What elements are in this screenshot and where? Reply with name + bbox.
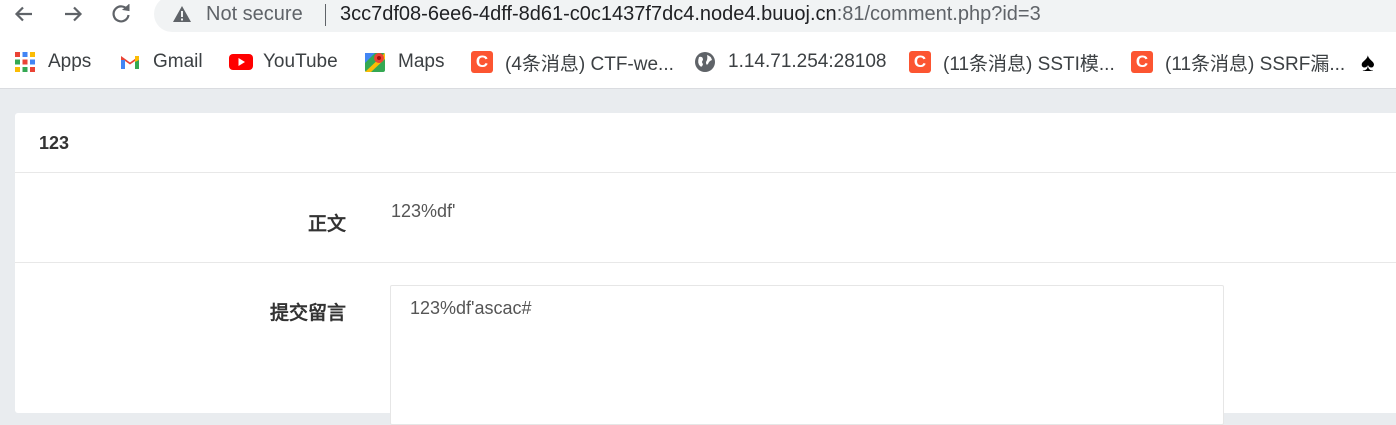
csdn-icon: C [909,51,931,73]
bookmark-maps[interactable]: Maps [364,49,444,75]
bookmark-apps[interactable]: Apps [14,49,91,75]
bookmark-spade[interactable]: ♠ [1361,46,1375,77]
reload-icon [112,4,130,23]
warning-icon[interactable] [172,4,192,24]
maps-icon [364,51,386,73]
bookmark-label: YouTube [263,51,338,72]
body-label: 正文 [307,214,346,235]
page-title: 123 [39,133,70,153]
arrow-right-icon [65,6,83,22]
bookmark-ip-address[interactable]: 1.14.71.254:28108 [694,49,887,75]
bookmark-label: Maps [398,51,445,72]
url-text[interactable]: 3cc7df08-6ee6-4dff-8d61-c0c1437f7dc4.nod… [340,3,1041,26]
gmail-icon [119,51,141,73]
comment-text: 123%df'ascac# [410,298,532,318]
csdn-icon: C [1131,51,1153,73]
body-row: 正文 123%df' [15,173,1396,263]
bookmark-ssti[interactable]: C (11条消息) SSTI模... [909,49,1115,75]
bookmark-label: Apps [48,51,92,72]
url-path: :81/comment.php?id=3 [836,3,1041,25]
bookmark-gmail[interactable]: Gmail [119,49,203,75]
back-button[interactable] [7,0,41,28]
bookmark-label: Gmail [153,51,203,72]
bookmark-label: (4条消息) CTF-we... [505,53,674,75]
security-status[interactable]: Not secure [206,3,303,26]
reload-button[interactable] [104,0,138,28]
bookmark-ctf-web[interactable]: C (4条消息) CTF-we... [471,49,674,75]
comment-textarea[interactable]: 123%df'ascac# [390,285,1224,425]
bookmark-label: 1.14.71.254:28108 [728,51,887,72]
spade-icon: ♠ [1361,46,1375,77]
youtube-icon [229,51,253,73]
globe-icon [694,51,716,73]
browser-toolbar: Not secure 3cc7df08-6ee6-4dff-8d61-c0c14… [0,0,1396,33]
comment-card: 123 正文 123%df' 提交留言 123%df'ascac# [15,113,1396,425]
url-host: 3cc7df08-6ee6-4dff-8d61-c0c1437f7dc4.nod… [340,3,837,25]
csdn-icon: C [471,51,493,73]
bookmark-label: (11条消息) SSTI模... [943,53,1115,75]
apps-grid-icon [14,51,36,73]
body-value: 123%df' [391,201,456,221]
address-separator [325,4,326,26]
forward-button[interactable] [56,0,90,28]
comment-label: 提交留言 [269,303,346,324]
bookmark-youtube[interactable]: YouTube [229,49,338,75]
card-header: 123 [15,113,1396,173]
bookmark-label: (11条消息) SSRF漏... [1165,53,1346,75]
bookmark-ssrf[interactable]: C (11条消息) SSRF漏... [1131,49,1345,75]
arrow-left-icon [14,6,32,22]
bookmarks-bar: Apps Gmail YouTube Maps C (4条消息) CTF-we.… [0,33,1396,89]
